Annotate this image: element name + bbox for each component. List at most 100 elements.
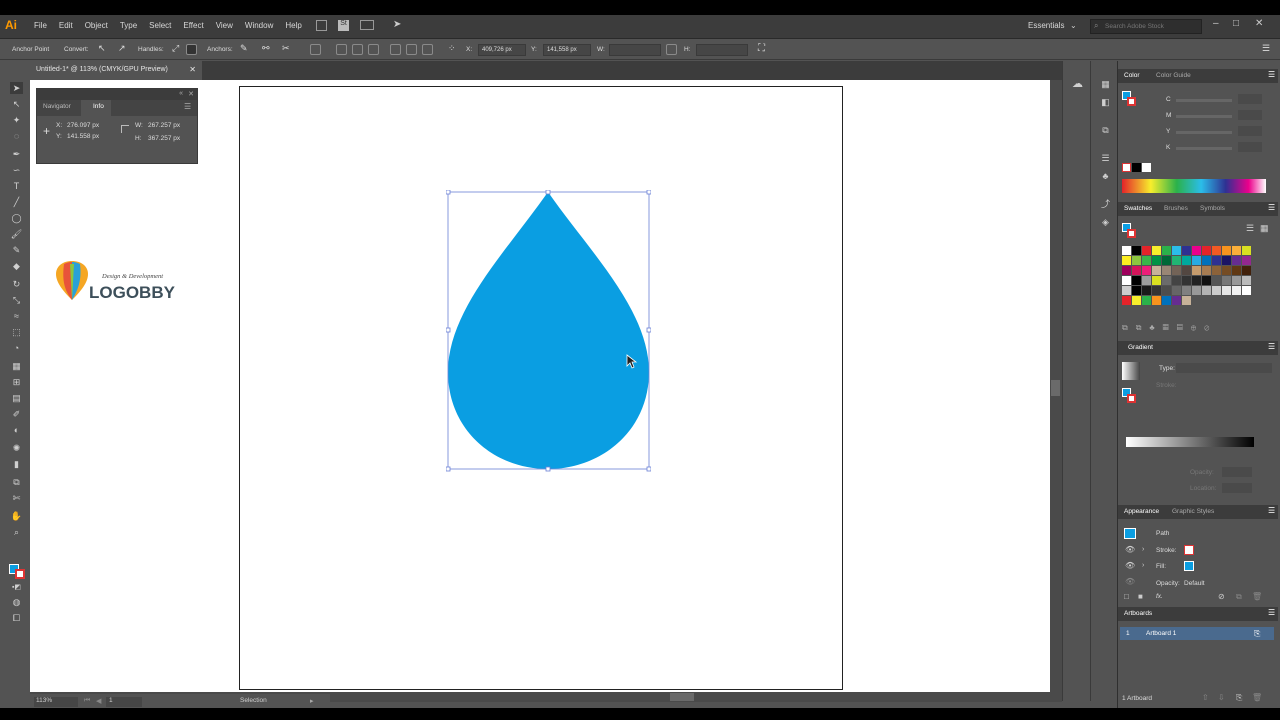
export-panel-icon[interactable]: ⤴ — [1100, 199, 1111, 210]
line-tool-icon[interactable]: ╱ — [10, 196, 23, 208]
color-swatch[interactable] — [1232, 256, 1241, 265]
color-swatch[interactable] — [1202, 256, 1211, 265]
color-swatch[interactable] — [1182, 256, 1191, 265]
info-panel-header[interactable]: « ✕ — [37, 89, 197, 100]
status-menu-icon[interactable]: ▸ — [310, 697, 314, 705]
send-icon[interactable]: ➤ — [393, 19, 401, 30]
panel-menu-icon[interactable]: ☰ — [1268, 203, 1275, 212]
color-swatch[interactable] — [1162, 276, 1171, 285]
color-swatch[interactable] — [1202, 276, 1211, 285]
isolate-object-icon[interactable]: ⛶ — [758, 43, 765, 54]
color-swatch[interactable] — [1212, 256, 1221, 265]
w-field[interactable] — [609, 44, 661, 56]
document-tab[interactable]: Untitled-1* @ 113% (CMYK/GPU Preview) ✕ — [30, 61, 202, 80]
none-swatch[interactable] — [1122, 163, 1131, 172]
magic-wand-tool-icon[interactable]: ✦ — [10, 114, 23, 126]
search-stock-input[interactable]: Search Adobe Stock — [1090, 19, 1202, 34]
color-swatch[interactable] — [1222, 246, 1231, 255]
convert-corner-icon[interactable]: ↖ — [98, 43, 106, 54]
color-swatch[interactable] — [1212, 276, 1221, 285]
color-swatch[interactable] — [1212, 286, 1221, 295]
color-swatch[interactable] — [1182, 266, 1191, 275]
panel-menu-icon[interactable]: ☰ — [1268, 506, 1275, 515]
color-swatch[interactable] — [1232, 286, 1241, 295]
previous-artboard-icon[interactable]: ◀ — [96, 697, 101, 705]
h-field[interactable] — [696, 44, 748, 56]
zoom-select[interactable]: 113% — [34, 697, 78, 707]
zoom-tool-icon[interactable]: ⌕ — [10, 526, 23, 538]
maximize-icon[interactable]: □ — [1233, 18, 1239, 29]
color-swatch[interactable] — [1202, 286, 1211, 295]
eyedropper-tool-icon[interactable]: ✐ — [10, 408, 23, 420]
color-swatch[interactable] — [1222, 276, 1231, 285]
color-swatch[interactable] — [1202, 246, 1211, 255]
appearance-fill-swatch[interactable] — [1184, 561, 1194, 571]
workspace-switcher[interactable]: Essentials — [1028, 21, 1064, 30]
rotate-tool-icon[interactable]: ↻ — [10, 278, 23, 290]
c-value-field[interactable] — [1238, 94, 1262, 104]
shape-builder-tool-icon[interactable]: ◔ — [10, 342, 23, 354]
draw-mode-icon[interactable]: ◍ — [10, 596, 23, 608]
panel-menu-icon[interactable]: ☰ — [1268, 608, 1275, 617]
close-panel-icon[interactable]: ✕ — [188, 90, 194, 98]
menu-type[interactable]: Type — [120, 21, 137, 30]
panel-menu-icon[interactable]: ☰ — [184, 102, 191, 111]
artboards-panel-title[interactable]: Artboards — [1124, 610, 1152, 617]
convert-smooth-icon[interactable]: ↗ — [118, 43, 126, 54]
align-left-icon[interactable] — [336, 44, 347, 55]
swatch-stroke-indicator[interactable] — [1127, 229, 1136, 238]
blend-tool-icon[interactable]: ◐ — [10, 424, 23, 436]
color-panel-icon[interactable]: ▦ — [1100, 79, 1111, 90]
appearance-opacity-value[interactable]: Default — [1184, 580, 1205, 587]
color-swatch[interactable] — [1222, 266, 1231, 275]
color-swatch[interactable] — [1232, 266, 1241, 275]
color-swatch[interactable] — [1192, 256, 1201, 265]
add-stroke-icon[interactable]: □ — [1124, 592, 1129, 601]
color-swatch[interactable] — [1182, 276, 1191, 285]
horizontal-scroll-thumb[interactable] — [670, 693, 694, 701]
curvature-tool-icon[interactable]: ∽ — [10, 164, 23, 176]
c-slider[interactable] — [1176, 99, 1232, 102]
align-right-icon[interactable] — [368, 44, 379, 55]
mesh-tool-icon[interactable]: ⊞ — [10, 376, 23, 388]
menu-edit[interactable]: Edit — [59, 21, 73, 30]
column-graph-tool-icon[interactable]: ▮ — [10, 458, 23, 470]
gradient-location-field[interactable] — [1222, 483, 1252, 493]
y-slider[interactable] — [1176, 131, 1232, 134]
color-stroke-swatch[interactable] — [1127, 97, 1136, 106]
k-slider[interactable] — [1176, 147, 1232, 150]
hand-tool-icon[interactable]: ✋ — [10, 510, 23, 522]
tab-navigator[interactable]: Navigator — [37, 100, 81, 116]
warp-tool-icon[interactable]: ≈ — [10, 310, 23, 322]
color-swatch[interactable] — [1132, 256, 1141, 265]
selection-tool-icon[interactable]: ➤ — [10, 82, 23, 94]
color-swatch[interactable] — [1132, 246, 1141, 255]
tab-swatches[interactable]: Swatches — [1124, 205, 1152, 212]
screen-mode-icon[interactable]: ⧠ — [10, 612, 23, 624]
color-swatch[interactable] — [1152, 246, 1161, 255]
color-swatch[interactable] — [1182, 286, 1191, 295]
menu-effect[interactable]: Effect — [183, 21, 203, 30]
m-value-field[interactable] — [1238, 110, 1262, 120]
layers-panel-icon[interactable]: ◈ — [1100, 217, 1111, 228]
color-swatch[interactable] — [1222, 286, 1231, 295]
reference-point-icon[interactable]: ⁘ — [448, 43, 456, 54]
color-swatch[interactable] — [1152, 286, 1161, 295]
gradient-opacity-field[interactable] — [1222, 467, 1252, 477]
collapse-panel-icon[interactable]: « — [179, 90, 183, 97]
tab-info[interactable]: Info — [81, 100, 111, 116]
color-swatch[interactable] — [1182, 246, 1191, 255]
paintbrush-tool-icon[interactable]: 🖌 — [10, 228, 23, 240]
stock-icon[interactable]: St — [338, 20, 349, 31]
tab-color-guide[interactable]: Color Guide — [1156, 72, 1191, 79]
new-artboard-icon[interactable]: ⎘ — [1236, 693, 1242, 703]
color-swatch[interactable] — [1212, 266, 1221, 275]
color-swatch[interactable] — [1202, 266, 1211, 275]
close-icon[interactable]: ✕ — [1255, 18, 1263, 29]
perspective-grid-tool-icon[interactable]: ▦ — [10, 360, 23, 372]
color-spectrum[interactable] — [1122, 179, 1266, 193]
bridge-icon[interactable] — [316, 20, 327, 31]
artboard-options-icon[interactable]: ⎘ — [1254, 629, 1260, 639]
swatches-panel-icon[interactable]: ⧉ — [1100, 125, 1111, 136]
align-center-icon[interactable] — [352, 44, 363, 55]
